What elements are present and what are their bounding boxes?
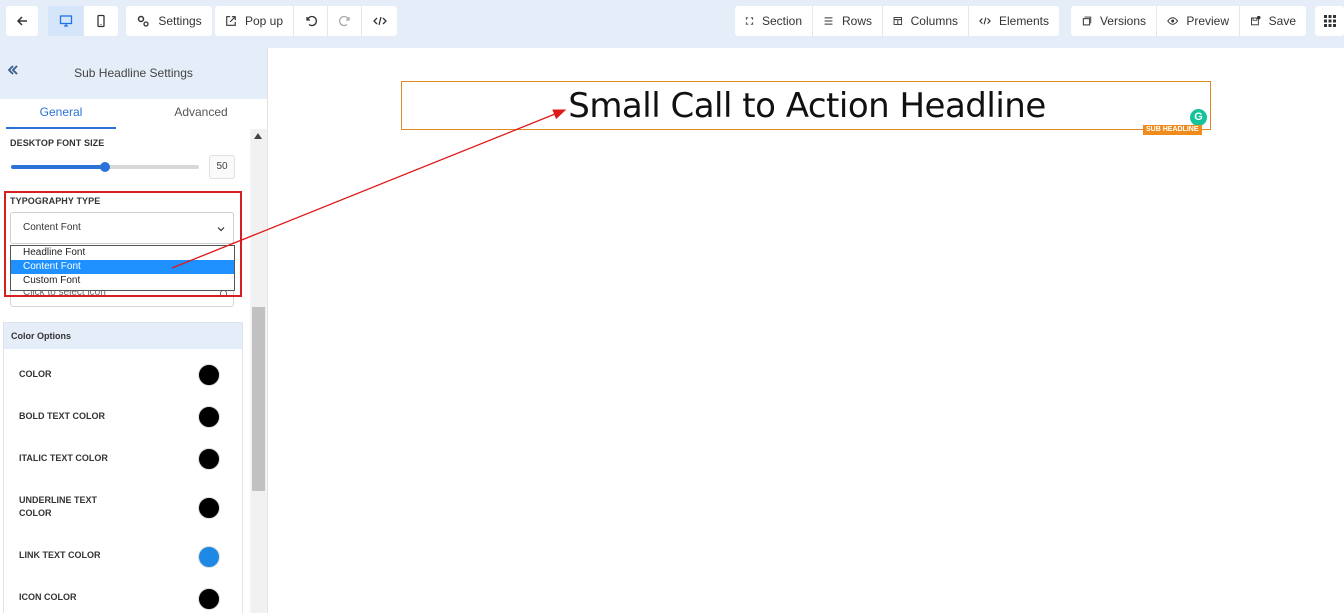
color-swatch[interactable] bbox=[198, 364, 220, 386]
columns-icon bbox=[893, 17, 903, 25]
back-button[interactable] bbox=[6, 6, 38, 36]
desktop-icon bbox=[59, 15, 72, 27]
element-type-badge: SUB HEADLINE bbox=[1143, 125, 1202, 135]
tab-advanced[interactable]: Advanced bbox=[136, 99, 266, 129]
bold-text-color-swatch[interactable] bbox=[198, 406, 220, 428]
slider-fill bbox=[11, 165, 105, 169]
undo-icon bbox=[305, 15, 317, 27]
underline-text-color-label: UNDERLINE TEXT COLOR bbox=[19, 495, 98, 518]
apps-group bbox=[1315, 6, 1344, 36]
font-size-label: DESKTOP FONT SIZE bbox=[10, 138, 105, 148]
apps-menu-button[interactable] bbox=[1315, 6, 1344, 36]
font-size-slider[interactable] bbox=[11, 162, 199, 172]
panel-title: Sub Headline Settings bbox=[74, 66, 193, 80]
device-group bbox=[48, 6, 118, 36]
structure-group: Section Rows Columns Elements bbox=[735, 6, 1059, 36]
code-icon bbox=[372, 16, 387, 26]
gear-icon bbox=[138, 15, 149, 27]
publish-group: Versions Preview Save bbox=[1071, 6, 1306, 36]
eye-icon bbox=[1167, 17, 1179, 25]
tab-general[interactable]: General bbox=[6, 99, 116, 129]
section-label: Section bbox=[761, 14, 802, 28]
expand-icon bbox=[745, 17, 754, 25]
section-button[interactable]: Section bbox=[735, 6, 812, 36]
font-size-value[interactable]: 50 bbox=[209, 155, 235, 179]
columns-button[interactable]: Columns bbox=[882, 6, 968, 36]
panel-header: Sub Headline Settings bbox=[0, 48, 267, 99]
settings-label: Settings bbox=[158, 14, 202, 28]
settings-scroll-area: DESKTOP FONT SIZE 50 TYPOGRAPHY TYPE Cli… bbox=[0, 129, 250, 613]
underline-text-color-swatch[interactable] bbox=[198, 497, 220, 519]
popup-button[interactable]: Pop up bbox=[215, 6, 293, 36]
headline-text[interactable]: Small Call to Action Headline bbox=[402, 86, 1212, 126]
undo-button[interactable] bbox=[293, 6, 327, 36]
versions-icon bbox=[1082, 16, 1092, 26]
redo-icon bbox=[338, 15, 350, 27]
grammarly-icon[interactable]: G bbox=[1190, 109, 1207, 126]
code-button[interactable] bbox=[361, 6, 397, 36]
columns-label: Columns bbox=[910, 14, 958, 28]
preview-button[interactable]: Preview bbox=[1156, 6, 1239, 36]
color-label: COLOR bbox=[19, 369, 52, 379]
annotation-highlight-box bbox=[4, 191, 242, 297]
popup-label: Pop up bbox=[244, 14, 283, 28]
settings-panel: Sub Headline Settings General Advanced D… bbox=[0, 48, 268, 613]
desktop-view-button[interactable] bbox=[48, 6, 83, 36]
link-text-color-swatch[interactable] bbox=[198, 546, 220, 568]
panel-scrollbar[interactable] bbox=[251, 129, 266, 613]
save-button[interactable]: Save bbox=[1239, 6, 1306, 36]
versions-button[interactable]: Versions bbox=[1071, 6, 1156, 36]
bold-text-color-label: BOLD TEXT COLOR bbox=[19, 411, 105, 421]
editor-canvas[interactable]: Small Call to Action Headline G SUB HEAD… bbox=[268, 48, 1344, 613]
italic-text-color-label: ITALIC TEXT COLOR bbox=[19, 453, 108, 463]
code-icon bbox=[979, 17, 991, 25]
scroll-up-arrow-icon[interactable] bbox=[254, 133, 262, 139]
back-group bbox=[6, 6, 38, 36]
arrow-left-icon bbox=[16, 16, 27, 26]
edit-group: Pop up bbox=[215, 6, 397, 36]
preview-label: Preview bbox=[1186, 14, 1229, 28]
rows-button[interactable]: Rows bbox=[812, 6, 882, 36]
color-options-title: Color Options bbox=[4, 323, 242, 349]
mobile-icon bbox=[97, 14, 105, 28]
elements-label: Elements bbox=[998, 14, 1049, 28]
slider-knob[interactable] bbox=[100, 162, 110, 172]
panel-tabs: General Advanced bbox=[0, 99, 267, 129]
top-toolbar: Settings Pop up Section Rows Columns Ele… bbox=[0, 0, 1344, 48]
redo-button[interactable] bbox=[327, 6, 361, 36]
save-label: Save bbox=[1268, 14, 1296, 28]
icon-color-label: ICON COLOR bbox=[19, 592, 77, 602]
settings-button[interactable]: Settings bbox=[126, 6, 212, 36]
rows-label: Rows bbox=[841, 14, 872, 28]
grid-icon bbox=[1323, 15, 1336, 27]
italic-text-color-swatch[interactable] bbox=[198, 448, 220, 470]
sub-headline-element[interactable]: Small Call to Action Headline bbox=[401, 81, 1211, 130]
scroll-thumb[interactable] bbox=[252, 307, 265, 491]
settings-group: Settings bbox=[126, 6, 212, 36]
save-icon bbox=[1251, 15, 1261, 26]
color-options-card: Color Options COLOR BOLD TEXT COLOR ITAL… bbox=[3, 322, 243, 613]
external-link-icon bbox=[226, 16, 236, 26]
link-text-color-label: LINK TEXT COLOR bbox=[19, 550, 101, 560]
mobile-view-button[interactable] bbox=[83, 6, 118, 36]
icon-color-swatch[interactable] bbox=[198, 588, 220, 610]
rows-icon bbox=[824, 17, 833, 25]
elements-button[interactable]: Elements bbox=[968, 6, 1059, 36]
versions-label: Versions bbox=[1099, 14, 1146, 28]
